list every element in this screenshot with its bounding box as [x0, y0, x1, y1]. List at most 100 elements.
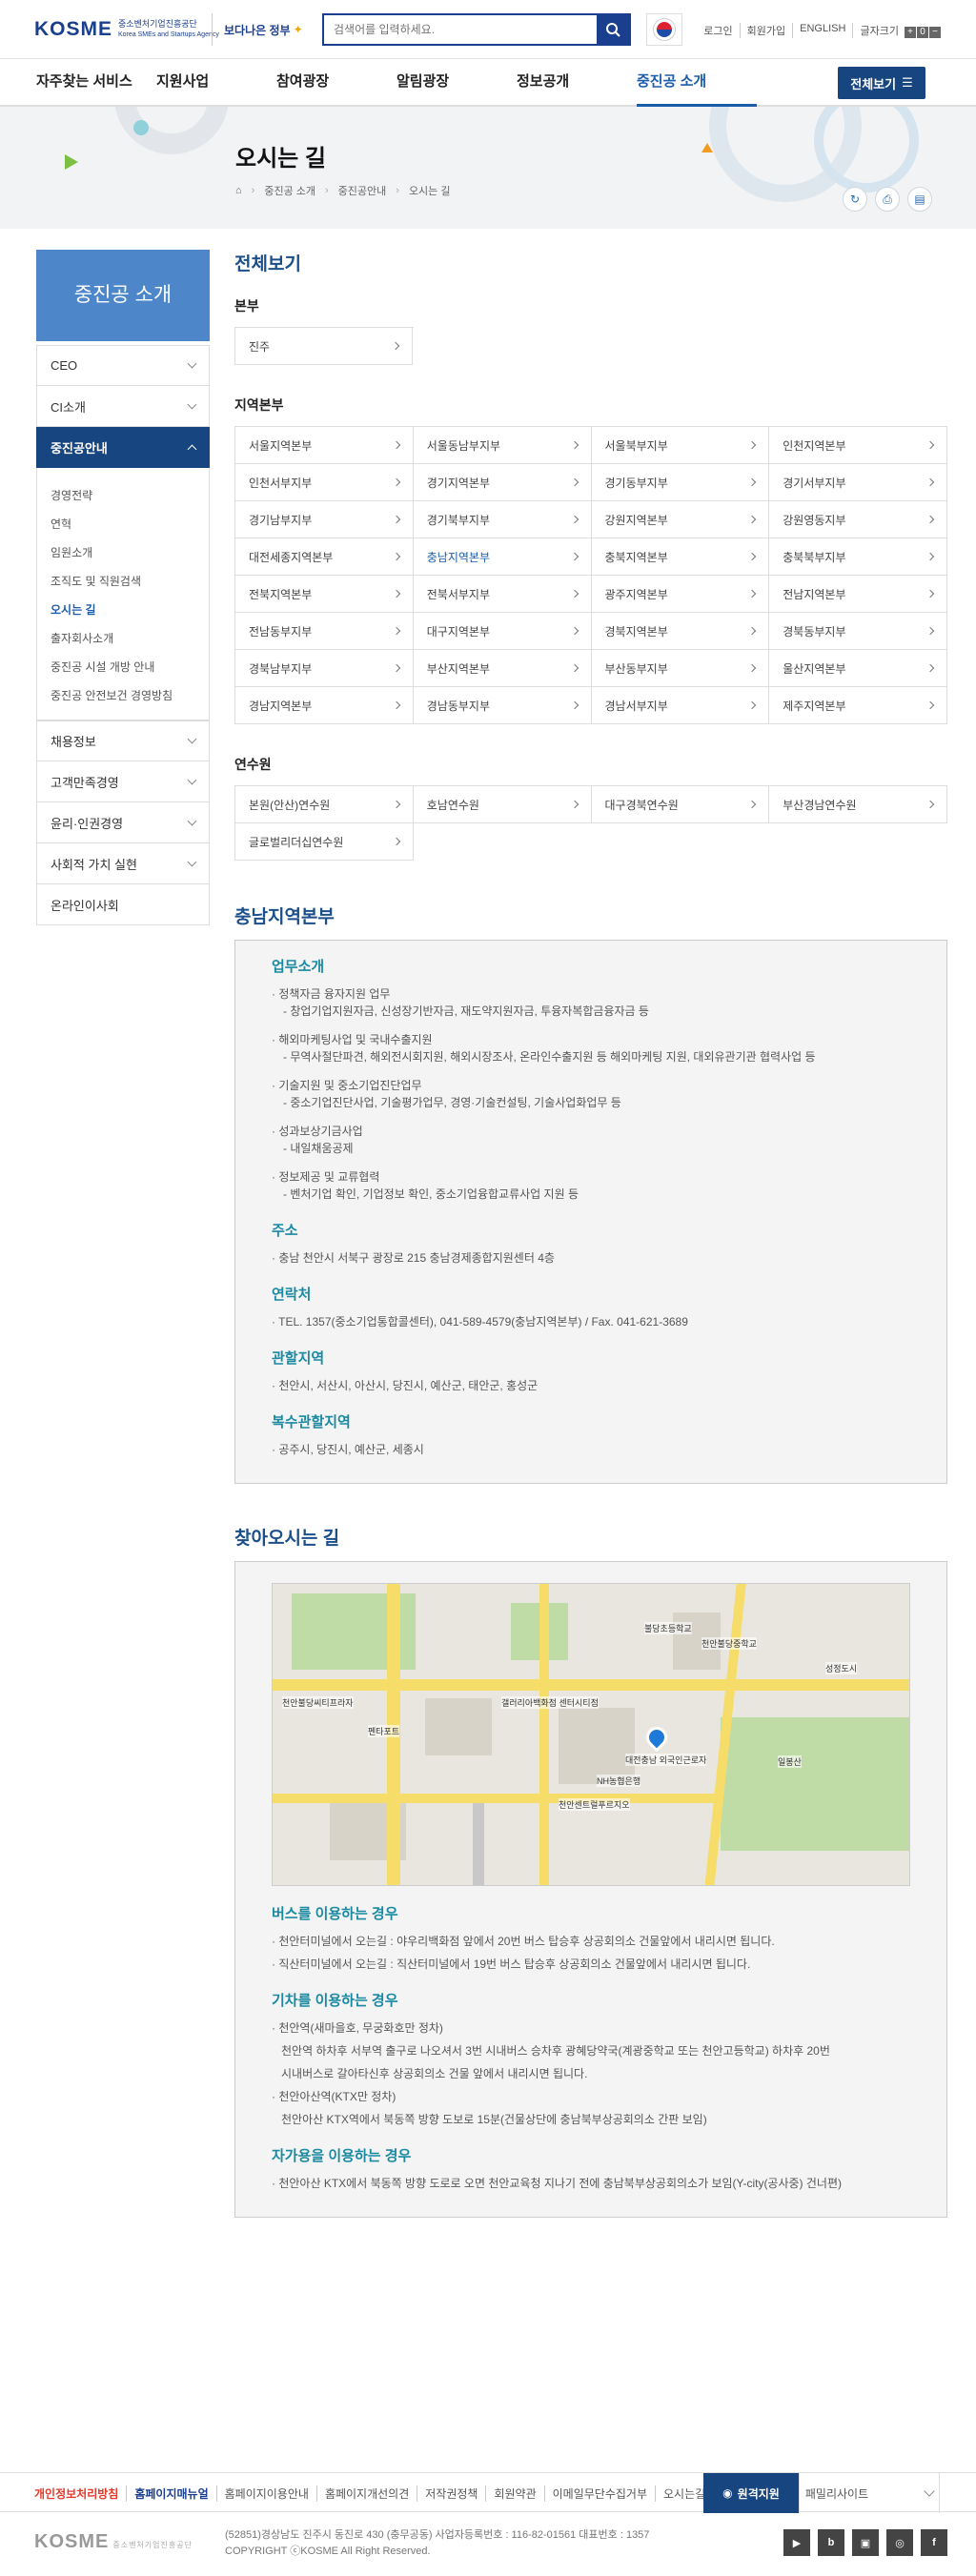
footer-link[interactable]: 홈페이지매뉴얼: [126, 2485, 215, 2502]
region-item[interactable]: 경남동부지부: [413, 687, 592, 724]
region-item[interactable]: 울산지역본부: [769, 650, 947, 687]
region-item[interactable]: 부산동부지부: [591, 650, 770, 687]
footer-link[interactable]: 이메일무단수집거부: [543, 2485, 655, 2502]
submenu-item[interactable]: 조직도 및 직원검색: [51, 567, 195, 596]
breadcrumb-item[interactable]: 중진공 소개: [264, 183, 315, 198]
logo-mark: KOSME: [34, 18, 113, 40]
region-item[interactable]: 인천서부지부: [235, 464, 414, 501]
logo[interactable]: KOSME 중소벤처기업진흥공단 Korea SMEs and Startups…: [34, 18, 219, 41]
region-item[interactable]: 충북지역본부: [591, 538, 770, 576]
zoom-in-button[interactable]: +: [905, 27, 916, 38]
gnb-item-participation[interactable]: 참여광장: [276, 59, 396, 107]
footer-logo-sub: 중소벤처기업진흥공단: [112, 2541, 193, 2549]
region-item[interactable]: 경북남부지부: [235, 650, 414, 687]
region-item[interactable]: 대구지역본부: [413, 613, 592, 650]
region-item[interactable]: 경북동부지부: [769, 613, 947, 650]
zoom-out-button[interactable]: −: [929, 27, 941, 38]
region-item[interactable]: 경남지역본부: [235, 687, 414, 724]
training-item[interactable]: 글로벌리더십연수원: [235, 823, 414, 861]
breadcrumb-item[interactable]: 오시는 길: [409, 183, 451, 198]
blog-icon[interactable]: b: [818, 2529, 844, 2556]
region-item[interactable]: 전북지역본부: [235, 576, 414, 613]
post-icon[interactable]: ▣: [852, 2529, 879, 2556]
training-item[interactable]: 부산경남연수원: [769, 786, 947, 823]
footer-link[interactable]: 회원약관: [485, 2485, 543, 2502]
instagram-icon[interactable]: ◎: [886, 2529, 913, 2556]
region-item[interactable]: 서울동남부지부: [413, 427, 592, 464]
list-item-label: 경남서부지부: [604, 699, 668, 713]
english-link[interactable]: ENGLISH: [792, 23, 852, 38]
region-item[interactable]: 경남서부지부: [591, 687, 770, 724]
submenu-item[interactable]: 연혁: [51, 510, 195, 538]
footer-link[interactable]: 홈페이지이용안내: [215, 2485, 316, 2502]
region-item[interactable]: 서울북부지부: [591, 427, 770, 464]
submenu-item[interactable]: 중진공 안전보건 경영방침: [51, 681, 195, 710]
region-item[interactable]: 강원지역본부: [591, 501, 770, 538]
region-item[interactable]: 부산지역본부: [413, 650, 592, 687]
work-detail: - 무역사절단파견, 해외전시회지원, 해외시장조사, 온라인수출지원 등 해외…: [283, 1050, 816, 1064]
sidebar-item-recruit[interactable]: 채용정보: [36, 720, 210, 761]
bookmark-icon[interactable]: ▤: [907, 187, 932, 212]
submenu-item[interactable]: 중진공 시설 개방 안내: [51, 653, 195, 681]
home-icon[interactable]: ⌂: [235, 185, 242, 196]
slogan: 보다나은 정부 ✦: [212, 13, 303, 46]
region-item[interactable]: 경기동부지부: [591, 464, 770, 501]
youtube-icon[interactable]: ▶: [783, 2529, 810, 2556]
hq-item[interactable]: 진주: [235, 328, 413, 365]
sidebar-item-ci[interactable]: CI소개: [36, 386, 210, 427]
sidebar-item-guide[interactable]: 중진공안내: [36, 427, 210, 468]
region-item[interactable]: 경북지역본부: [591, 613, 770, 650]
location-map[interactable]: 갤러리아백화점 센터시티점 펜타포트 천안불당씨티프라자 천안센트럴푸르지오 대…: [272, 1583, 910, 1886]
training-item[interactable]: 본원(안산)연수원: [235, 786, 414, 823]
submenu-item[interactable]: 경영전략: [51, 481, 195, 510]
sidebar-item-social[interactable]: 사회적 가치 실현: [36, 843, 210, 884]
region-item[interactable]: 전남동부지부: [235, 613, 414, 650]
gnb-item-disclosure[interactable]: 정보공개: [517, 59, 637, 107]
gnb-item-frequent[interactable]: 자주찾는 서비스: [36, 59, 156, 107]
all-menu-button[interactable]: 전체보기 ☰: [838, 67, 925, 99]
search-button[interactable]: [597, 15, 629, 44]
submenu-item[interactable]: 출자회사소개: [51, 624, 195, 653]
region-item[interactable]: 강원영동지부: [769, 501, 947, 538]
region-item[interactable]: 충남지역본부: [413, 538, 592, 576]
region-item[interactable]: 경기지역본부: [413, 464, 592, 501]
footer-link[interactable]: 홈페이지개선의견: [315, 2485, 417, 2502]
gnb-item-support[interactable]: 지원사업: [156, 59, 276, 107]
print-icon[interactable]: ⎙: [875, 187, 900, 212]
remote-support-button[interactable]: ◉ 원격지원: [703, 2473, 799, 2513]
gnb-item-about[interactable]: 중진공 소개: [637, 59, 757, 107]
list-item-label: 경남동부지부: [426, 699, 490, 713]
zoom-reset-button[interactable]: 0: [917, 27, 928, 38]
footer-link[interactable]: 저작권정책: [417, 2485, 485, 2502]
region-item[interactable]: 제주지역본부: [769, 687, 947, 724]
region-item[interactable]: 경기서부지부: [769, 464, 947, 501]
footer-link[interactable]: 개인정보처리방침: [34, 2485, 126, 2502]
facebook-icon[interactable]: f: [921, 2529, 947, 2556]
login-link[interactable]: 로그인: [697, 23, 739, 38]
region-item[interactable]: 서울지역본부: [235, 427, 414, 464]
sidebar-item-ceo[interactable]: CEO: [36, 345, 210, 386]
gnb-item-notice[interactable]: 알림광장: [396, 59, 517, 107]
region-item[interactable]: 대전세종지역본부: [235, 538, 414, 576]
sidebar-item-cs[interactable]: 고객만족경영: [36, 761, 210, 802]
submenu-item[interactable]: 임원소개: [51, 538, 195, 567]
sidebar-item-board[interactable]: 온라인이사회: [36, 884, 210, 925]
join-link[interactable]: 회원가입: [739, 23, 792, 38]
region-item[interactable]: 경기남부지부: [235, 501, 414, 538]
breadcrumb-item[interactable]: 중진공안내: [338, 183, 387, 198]
region-item[interactable]: 경기북부지부: [413, 501, 592, 538]
region-item[interactable]: 광주지역본부: [591, 576, 770, 613]
region-item[interactable]: 전북서부지부: [413, 576, 592, 613]
region-item[interactable]: 충북북부지부: [769, 538, 947, 576]
region-item[interactable]: 전남지역본부: [769, 576, 947, 613]
font-size-label: 글자크기: [860, 26, 899, 37]
region-item[interactable]: 인천지역본부: [769, 427, 947, 464]
search-input[interactable]: [324, 15, 597, 44]
refresh-icon[interactable]: ↻: [843, 187, 867, 212]
training-item[interactable]: 호남연수원: [413, 786, 592, 823]
language-flag-button[interactable]: [646, 13, 682, 46]
training-item[interactable]: 대구경북연수원: [591, 786, 770, 823]
family-site-select[interactable]: 패밀리사이트: [799, 2473, 940, 2513]
sidebar-item-ethics[interactable]: 윤리·인권경영: [36, 802, 210, 843]
submenu-item-active[interactable]: 오시는 길: [51, 596, 195, 624]
